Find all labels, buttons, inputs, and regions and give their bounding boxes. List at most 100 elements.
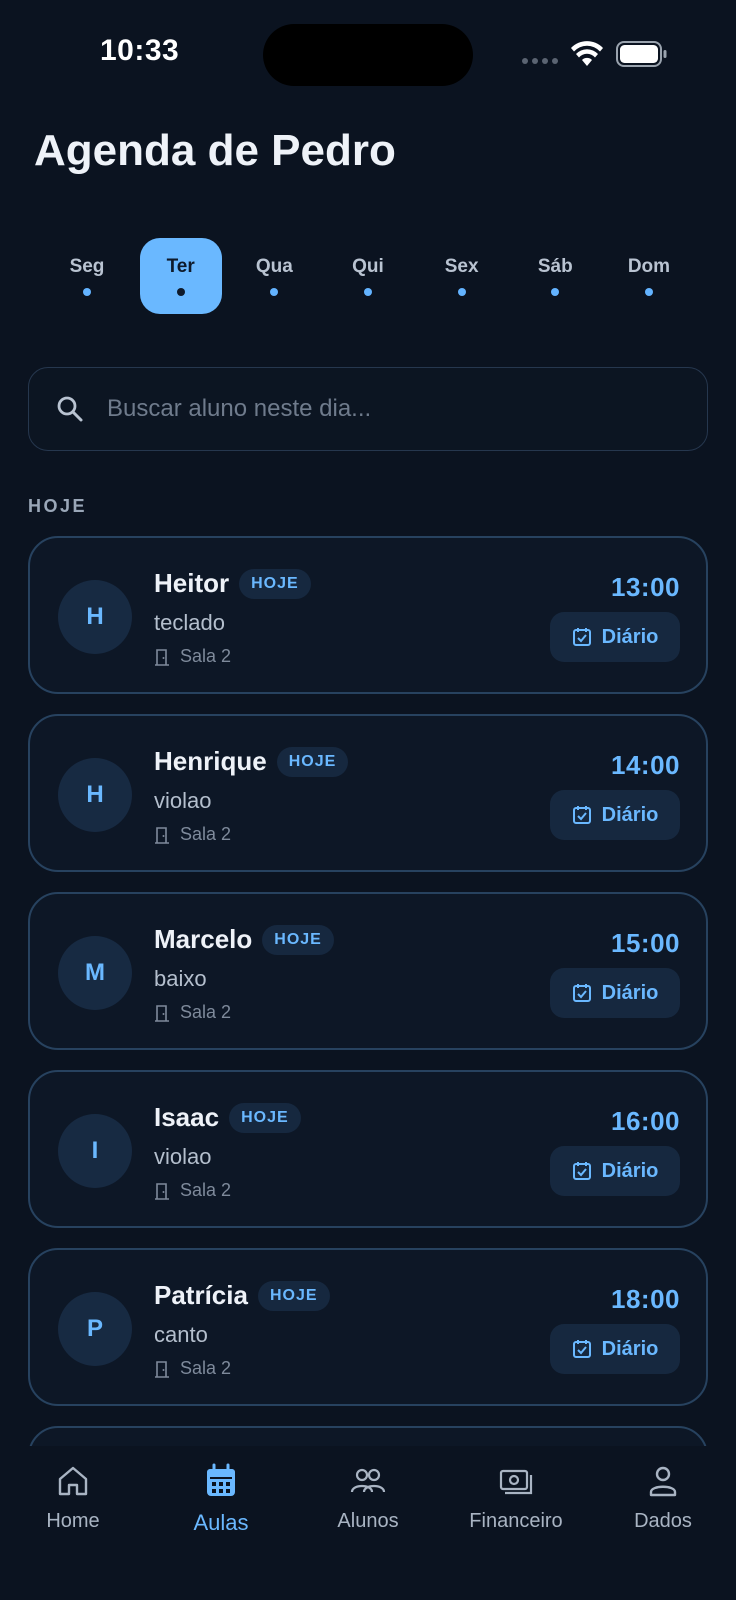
day-tab-sab[interactable]: Sáb <box>514 238 596 314</box>
lesson-card[interactable]: P Patrícia HOJE canto Sala 2 18:00 Diário <box>28 1248 708 1406</box>
today-badge: HOJE <box>276 746 349 777</box>
cellular-signal-icon <box>522 58 558 64</box>
student-name: Henrique <box>154 746 267 776</box>
day-label: Sex <box>444 256 479 277</box>
day-label: Qui <box>352 256 384 277</box>
student-name: Heitor <box>154 568 230 598</box>
nav-label: Alunos <box>337 1510 399 1532</box>
status-time: 10:33 <box>100 34 180 67</box>
checklist-icon <box>572 628 591 646</box>
checklist-icon <box>572 984 591 1002</box>
nav-label: Aulas <box>193 1510 249 1535</box>
lesson-list: H Heitor HOJE teclado Sala 2 13:00 Diário… <box>28 536 708 1446</box>
search-box[interactable] <box>28 367 708 451</box>
day-indicator-dot <box>270 288 279 296</box>
day-label: Ter <box>166 256 195 277</box>
day-tab-sex[interactable]: Sex <box>421 238 503 314</box>
avatar: H <box>58 758 132 832</box>
battery-icon <box>616 41 667 67</box>
day-label: Dom <box>627 256 671 277</box>
nav-label: Home <box>46 1510 100 1532</box>
lesson-card[interactable]: H Heitor HOJE teclado Sala 2 13:00 Diário <box>28 536 708 694</box>
room-label: Sala 2 <box>180 1180 232 1200</box>
day-selector: Seg Ter Qua Qui Sex Sáb Dom <box>46 238 690 314</box>
room-label: Sala 2 <box>180 824 232 844</box>
lesson-time: 14:00 <box>611 750 680 780</box>
student-name: Patrícia <box>154 1280 248 1310</box>
diario-label: Diário <box>601 1337 659 1360</box>
door-icon <box>155 1182 169 1200</box>
avatar: H <box>58 580 132 654</box>
bottom-nav: Home Aulas Alunos Financeiro Dados <box>0 1446 736 1600</box>
calendar-icon <box>207 1463 235 1496</box>
today-badge: HOJE <box>262 924 334 955</box>
instrument-label: violao <box>154 1144 212 1169</box>
avatar: M <box>58 936 132 1010</box>
money-icon <box>499 1469 533 1495</box>
lesson-time: 15:00 <box>611 928 680 958</box>
day-indicator-dot <box>176 288 185 296</box>
status-bar: 10:33 <box>0 0 736 100</box>
diario-label: Diário <box>601 1159 659 1182</box>
instrument-label: canto <box>154 1322 208 1347</box>
lesson-card[interactable]: M Marcelo HOJE baixo Sala 2 15:00 Diário <box>28 892 708 1050</box>
door-icon <box>155 826 169 844</box>
section-label-today: HOJE <box>28 496 88 516</box>
student-name: Marcelo <box>154 924 253 954</box>
lesson-time: 13:00 <box>611 572 680 602</box>
lesson-card-partial[interactable] <box>28 1426 708 1446</box>
nav-aulas[interactable]: Aulas <box>151 1462 291 1536</box>
day-indicator-dot <box>457 288 466 296</box>
diario-label: Diário <box>601 981 659 1004</box>
instrument-label: teclado <box>154 610 225 635</box>
day-indicator-dot <box>363 288 372 296</box>
diario-button[interactable]: Diário <box>550 790 680 840</box>
day-tab-ter[interactable]: Ter <box>139 238 222 314</box>
day-indicator-dot <box>551 288 560 296</box>
today-badge: HOJE <box>229 1102 301 1133</box>
door-icon <box>155 1360 169 1378</box>
day-indicator-dot <box>644 288 653 296</box>
diario-label: Diário <box>601 625 659 648</box>
users-icon <box>350 1468 386 1493</box>
door-icon <box>155 1004 169 1022</box>
day-label: Seg <box>69 256 105 277</box>
today-badge: HOJE <box>239 568 311 599</box>
day-label: Qua <box>255 256 293 277</box>
nav-label: Dados <box>634 1510 692 1532</box>
diario-button[interactable]: Diário <box>550 968 680 1018</box>
day-tab-qui[interactable]: Qui <box>327 238 409 314</box>
diario-button[interactable]: Diário <box>550 612 680 662</box>
door-icon <box>155 648 169 666</box>
search-icon <box>57 396 83 422</box>
student-name: Isaac <box>154 1102 220 1132</box>
checklist-icon <box>572 806 591 824</box>
nav-dados[interactable]: Dados <box>593 1462 733 1533</box>
lesson-card[interactable]: H Henrique HOJE violao Sala 2 14:00 Diári… <box>28 714 708 872</box>
day-tab-seg[interactable]: Seg <box>46 238 128 314</box>
lesson-time: 18:00 <box>611 1284 680 1314</box>
nav-financeiro[interactable]: Financeiro <box>446 1462 586 1533</box>
wifi-icon <box>571 41 603 66</box>
person-icon <box>649 1466 677 1497</box>
day-tab-qua[interactable]: Qua <box>233 238 315 314</box>
instrument-label: violao <box>154 788 212 813</box>
room-label: Sala 2 <box>180 1002 232 1022</box>
checklist-icon <box>572 1340 591 1358</box>
lesson-card[interactable]: I Isaac HOJE violao Sala 2 16:00 Diário <box>28 1070 708 1228</box>
diario-button[interactable]: Diário <box>550 1324 680 1374</box>
day-indicator-dot <box>83 288 91 296</box>
nav-alunos[interactable]: Alunos <box>298 1462 438 1533</box>
day-tab-dom[interactable]: Dom <box>608 238 690 314</box>
day-label: Sáb <box>537 256 573 277</box>
diario-button[interactable]: Diário <box>550 1146 680 1196</box>
search-input[interactable] <box>107 395 667 423</box>
nav-home[interactable]: Home <box>3 1462 143 1533</box>
checklist-icon <box>572 1162 591 1180</box>
lesson-time: 16:00 <box>611 1106 680 1136</box>
avatar: P <box>58 1292 132 1366</box>
instrument-label: baixo <box>154 966 207 991</box>
today-badge: HOJE <box>257 1280 330 1311</box>
avatar: I <box>58 1114 132 1188</box>
home-icon <box>58 1466 88 1496</box>
